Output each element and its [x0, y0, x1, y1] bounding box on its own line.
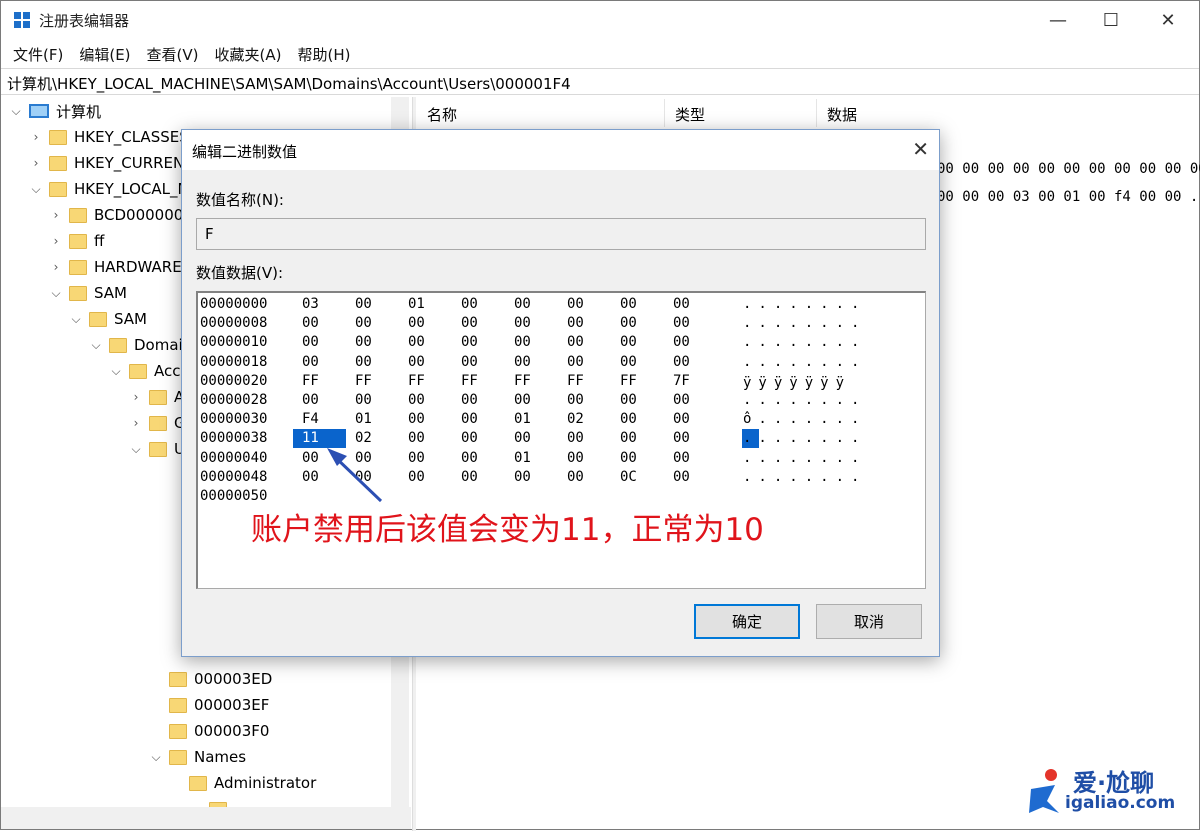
watermark-logo: 爱·尬聊 igaliao.com [1025, 761, 1185, 823]
brand-figure-icon [1029, 769, 1059, 813]
annotation-arrow [327, 448, 383, 503]
watermark-site: igaliao.com [1065, 793, 1176, 813]
registry-editor-window: 注册表编辑器 — ☐ ✕ 文件(F) 编辑(E) 查看(V) 收藏夹(A) 帮助… [0, 0, 1200, 831]
annotation-text: 账户禁用后该值会变为11，正常为10 [251, 512, 764, 548]
